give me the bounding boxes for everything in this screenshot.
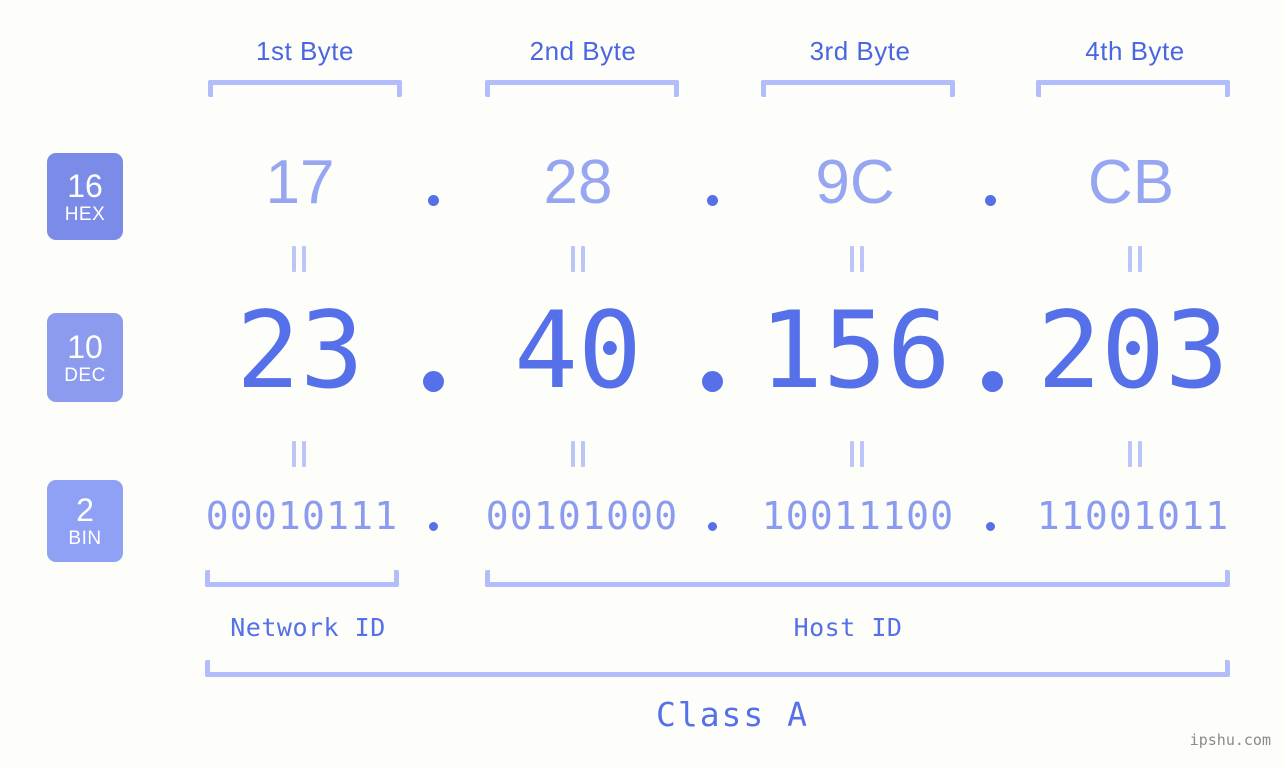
base-badge-dec-number: 10 — [67, 328, 103, 365]
equality-mark-dec-bin-1 — [292, 441, 306, 467]
bin-value-byte-2: 00101000 — [485, 494, 679, 538]
dec-value-byte-3: 156 — [759, 289, 951, 412]
dec-value-byte-1: 23 — [236, 289, 364, 412]
hex-value-byte-4: CB — [1087, 148, 1175, 217]
hex-value-byte-3: 9C — [815, 148, 895, 217]
host-id-bracket — [485, 570, 1230, 587]
equality-mark-hex-dec-3 — [850, 246, 864, 272]
dec-separator-dot-3 — [982, 371, 1003, 392]
host-id-label: Host ID — [793, 613, 903, 642]
hex-separator-dot-3 — [985, 195, 996, 206]
network-id-label: Network ID — [230, 613, 386, 642]
bin-value-byte-3: 10011100 — [761, 494, 955, 538]
bin-separator-dot-3 — [986, 522, 995, 531]
equality-mark-hex-dec-4 — [1128, 246, 1142, 272]
dec-separator-dot-1 — [423, 371, 444, 392]
equality-mark-dec-bin-4 — [1128, 441, 1142, 467]
network-id-bracket — [205, 570, 399, 587]
equality-mark-hex-dec-2 — [571, 246, 585, 272]
base-badge-dec-name: DEC — [64, 364, 106, 386]
hex-value-byte-1: 17 — [265, 148, 335, 217]
base-badge-bin-number: 2 — [76, 492, 94, 528]
byte-header-1: 1st Byte — [256, 36, 354, 66]
class-bracket — [205, 660, 1230, 677]
base-badge-hex: 16 HEX — [47, 153, 123, 240]
byte-bracket-top-2 — [485, 80, 679, 97]
hex-separator-dot-1 — [428, 195, 439, 206]
base-badge-hex-name: HEX — [64, 203, 106, 225]
dec-value-byte-2: 40 — [514, 289, 642, 412]
bin-separator-dot-2 — [708, 522, 717, 531]
hex-separator-dot-2 — [707, 195, 718, 206]
ip-byte-breakdown-diagram: 1st Byte 2nd Byte 3rd Byte 4th Byte 16 H… — [0, 0, 1285, 767]
base-badge-bin-name: BIN — [68, 528, 102, 549]
bin-value-byte-4: 11001011 — [1036, 494, 1230, 538]
equality-mark-hex-dec-1 — [292, 246, 306, 272]
base-badge-hex-number: 16 — [67, 167, 103, 204]
hex-value-byte-2: 28 — [543, 148, 613, 217]
byte-header-4: 4th Byte — [1085, 36, 1185, 66]
equality-mark-dec-bin-2 — [571, 441, 585, 467]
byte-bracket-top-1 — [208, 80, 402, 97]
class-label: Class A — [655, 695, 810, 734]
base-badge-bin: 2 BIN — [47, 480, 123, 562]
bin-separator-dot-1 — [429, 522, 438, 531]
byte-bracket-top-3 — [761, 80, 955, 97]
base-badge-dec: 10 DEC — [47, 313, 123, 402]
byte-bracket-top-4 — [1036, 80, 1230, 97]
dec-separator-dot-2 — [702, 371, 723, 392]
site-watermark: ipshu.com — [1189, 731, 1271, 749]
byte-header-2: 2nd Byte — [529, 36, 637, 66]
byte-header-3: 3rd Byte — [809, 36, 911, 66]
bin-value-byte-1: 00010111 — [205, 494, 399, 538]
dec-value-byte-4: 203 — [1037, 289, 1229, 412]
equality-mark-dec-bin-3 — [850, 441, 864, 467]
